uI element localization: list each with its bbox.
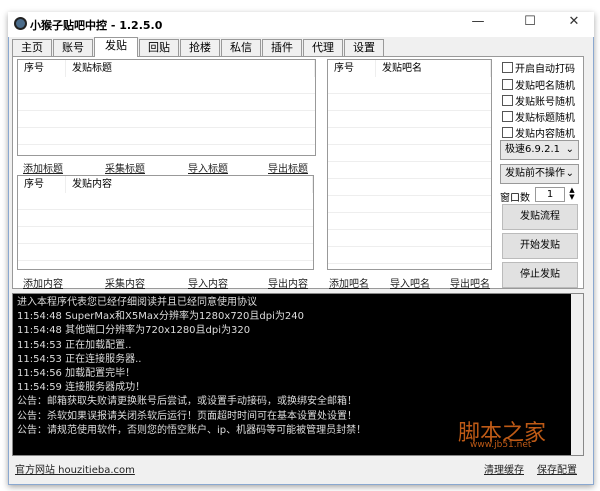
tab-grab-floor[interactable]: 抢楼: [180, 39, 220, 57]
tab-message[interactable]: 私信: [221, 39, 261, 57]
random-title-checkbox[interactable]: 发贴标题随机: [502, 109, 575, 124]
window-title: 小猴子贴吧中控 - 1.2.5.0: [30, 19, 163, 32]
add-content-link[interactable]: 添加内容: [23, 275, 63, 290]
random-account-checkbox[interactable]: 发贴账号随机: [502, 93, 575, 108]
window-count-spinner[interactable]: ▲ ▼: [567, 187, 577, 201]
export-bar-link[interactable]: 导出吧名: [450, 275, 490, 290]
tab-proxy[interactable]: 代理: [303, 39, 343, 57]
tab-settings[interactable]: 设置: [344, 39, 384, 57]
selected-value: 极速6.9.2.1: [505, 144, 560, 155]
checkbox-label: 发贴标题随机: [515, 113, 575, 124]
website-link[interactable]: 官方网站 houzitieba.com: [15, 461, 135, 476]
auto-captcha-checkbox[interactable]: 开启自动打码: [502, 60, 575, 75]
chevron-down-icon: ⌄: [565, 144, 574, 155]
window-count-label: 窗口数: [500, 193, 530, 204]
close-button[interactable]: ✕: [560, 14, 588, 32]
engine-select[interactable]: 极速6.9.2.1 ⌄: [500, 140, 579, 160]
col-bar-name: 发贴吧名: [376, 60, 491, 77]
clear-cache-link[interactable]: 清理缓存: [484, 461, 524, 476]
col-index: 序号: [18, 176, 66, 193]
export-title-link[interactable]: 导出标题: [268, 160, 308, 175]
col-content: 发贴内容: [66, 176, 313, 193]
stop-post-button[interactable]: 停止发贴: [502, 262, 578, 288]
checkbox-label: 发贴内容随机: [515, 129, 575, 140]
import-content-link[interactable]: 导入内容: [188, 275, 228, 290]
log-line: 公告：邮箱获取失败请更换账号后尝试，或设置手动接码，或换绑安全邮箱！: [17, 396, 357, 408]
col-index: 序号: [328, 60, 376, 77]
save-config-link[interactable]: 保存配置: [537, 461, 577, 476]
bar-list[interactable]: 序号 发贴吧名: [327, 59, 492, 270]
tab-reply[interactable]: 回贴: [139, 39, 179, 57]
content-list[interactable]: 序号 发贴内容: [17, 175, 314, 270]
tab-bar: 主页 账号 发贴 回贴 抢楼 私信 插件 代理 设置: [12, 37, 385, 57]
add-title-link[interactable]: 添加标题: [23, 160, 63, 175]
random-bar-checkbox[interactable]: 发贴吧名随机: [502, 77, 575, 92]
tab-post[interactable]: 发贴: [94, 37, 138, 57]
before-post-select[interactable]: 发贴前不操作 ⌄: [500, 164, 579, 184]
import-bar-link[interactable]: 导入吧名: [390, 275, 430, 290]
import-title-link[interactable]: 导入标题: [188, 160, 228, 175]
log-scrollbar[interactable]: [571, 294, 583, 455]
add-bar-link[interactable]: 添加吧名: [329, 275, 369, 290]
col-index: 序号: [18, 60, 66, 77]
log-line: 11:54:59 连接服务器成功！: [17, 382, 146, 394]
tab-home[interactable]: 主页: [12, 39, 52, 57]
log-line: 进入本程序代表您已经仔细阅读并且已经同意使用协议: [17, 297, 257, 308]
start-post-button[interactable]: 开始发贴: [502, 233, 578, 259]
minimize-button[interactable]: —: [464, 14, 492, 32]
checkbox-label: 发贴吧名随机: [515, 81, 575, 92]
collect-content-link[interactable]: 采集内容: [105, 275, 145, 290]
log-line: 11:54:56 加载配置完毕！: [17, 368, 136, 380]
checkbox-label: 发贴账号随机: [515, 97, 575, 108]
post-flow-button[interactable]: 发贴流程: [502, 204, 578, 230]
checkbox-label: 开启自动打码: [515, 64, 575, 75]
tab-account[interactable]: 账号: [53, 39, 93, 57]
log-line: 11:54:48 SuperMax和X5Max分辨率为1280x720且dpi为…: [17, 311, 304, 323]
log-line: 11:54:48 其他端口分辨率为720x1280且dpi为320: [17, 325, 251, 337]
title-list[interactable]: 序号 发贴标题: [17, 59, 316, 156]
selected-value: 发贴前不操作: [505, 168, 565, 179]
log-line: 11:54:53 正在连接服务器..: [17, 353, 142, 365]
app-logo-icon: [14, 17, 27, 30]
tab-plugins[interactable]: 插件: [262, 39, 302, 57]
random-content-checkbox[interactable]: 发贴内容随机: [502, 125, 575, 140]
watermark-url: www.jb51.net: [470, 440, 532, 450]
log-line: 11:54:53 正在加载配置..: [17, 339, 132, 351]
maximize-button[interactable]: ☐: [516, 14, 544, 32]
col-title: 发贴标题: [66, 60, 315, 77]
chevron-down-icon: ⌄: [565, 168, 574, 179]
collect-title-link[interactable]: 采集标题: [105, 160, 145, 175]
export-content-link[interactable]: 导出内容: [268, 275, 308, 290]
window-count-input[interactable]: 1: [535, 187, 565, 202]
